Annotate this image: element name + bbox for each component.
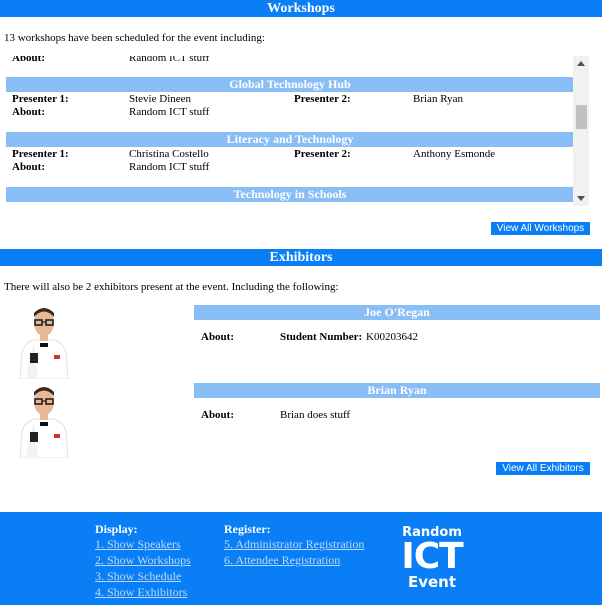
workshop-presenters-row: Presenter 1: Christina Costello Presente… [12, 148, 572, 161]
exhibitors-header: Exhibitors [0, 249, 602, 266]
random-ict-event-logo[interactable]: Random ICT Event [395, 526, 469, 592]
about-label: About: [12, 106, 46, 118]
workshop-title-literacy-and-technology: Literacy and Technology [6, 132, 574, 147]
workshop-title-global-technology-hub: Global Technology Hub [6, 77, 574, 92]
workshops-scroll-list[interactable]: About: Random ICT stuff Global Technolog… [4, 56, 589, 206]
about-value: Random ICT stuff [129, 161, 210, 173]
presenter-2-value: Brian Ryan [413, 93, 463, 105]
about-label: About: [12, 56, 46, 64]
administrator-registration-link[interactable]: 5. Administrator Registration [224, 536, 364, 552]
exhibitor-photo-avatar [19, 387, 69, 458]
show-schedule-link[interactable]: 3. Show Schedule [95, 568, 191, 584]
about-value: Brian does stuff [280, 409, 351, 421]
logo-line-3: Event [407, 573, 457, 591]
logo-line-2: ICT [401, 536, 463, 577]
register-heading: Register: [224, 522, 271, 536]
site-footer: Display: 1. Show Speakers 2. Show Worksh… [0, 512, 602, 605]
workshop-about-row: About: Random ICT stuff [12, 106, 572, 119]
exhibitor-name-joe-oregan: Joe O'Regan [194, 305, 600, 320]
display-heading: Display: [95, 522, 138, 536]
presenter-2-label: Presenter 2: [294, 148, 351, 160]
about-label: About: [12, 161, 46, 173]
footer-register-column: Register: 5. Administrator Registration … [224, 522, 364, 568]
workshop-about-row: About: Random ICT stuff [12, 161, 572, 174]
workshop-partial-row: About: Random ICT stuff [12, 56, 572, 65]
presenter-1-value: Stevie Dineen [129, 93, 192, 105]
about-value: Random ICT stuff [129, 56, 210, 64]
about-value: Random ICT stuff [129, 106, 210, 118]
workshop-title-technology-in-schools: Technology in Schools [6, 187, 574, 202]
scroll-up-arrow-icon[interactable] [577, 61, 585, 66]
presenter-2-label: Presenter 2: [294, 93, 351, 105]
scroll-down-arrow-icon[interactable] [577, 196, 585, 201]
exhibitor-photo-avatar [19, 308, 69, 379]
scroll-thumb[interactable] [576, 105, 587, 129]
workshops-scrollbar[interactable] [573, 56, 589, 206]
show-exhibitors-link[interactable]: 4. Show Exhibitors [95, 584, 191, 600]
student-number-value: K00203642 [366, 331, 418, 343]
exhibitor-name-brian-ryan: Brian Ryan [194, 383, 600, 398]
workshop-presenters-row: Presenter 1: Stevie Dineen Presenter 2: … [12, 93, 572, 106]
presenter-1-value: Christina Costello [129, 148, 209, 160]
attendee-registration-link[interactable]: 6. Attendee Registration [224, 552, 364, 568]
footer-display-column: Display: 1. Show Speakers 2. Show Worksh… [95, 522, 191, 600]
show-workshops-link[interactable]: 2. Show Workshops [95, 552, 191, 568]
about-label: About: [201, 409, 235, 421]
view-all-exhibitors-button[interactable]: View All Exhibitors [496, 462, 590, 475]
student-number-label: Student Number: [280, 331, 363, 343]
about-label: About: [201, 331, 235, 343]
presenter-2-value: Anthony Esmonde [413, 148, 496, 160]
workshops-header: Workshops [0, 0, 602, 17]
show-speakers-link[interactable]: 1. Show Speakers [95, 536, 191, 552]
view-all-workshops-button[interactable]: View All Workshops [491, 222, 590, 235]
workshops-intro: 13 workshops have been scheduled for the… [4, 32, 265, 44]
presenter-1-label: Presenter 1: [12, 148, 69, 160]
presenter-1-label: Presenter 1: [12, 93, 69, 105]
exhibitors-intro: There will also be 2 exhibitors present … [4, 281, 339, 293]
